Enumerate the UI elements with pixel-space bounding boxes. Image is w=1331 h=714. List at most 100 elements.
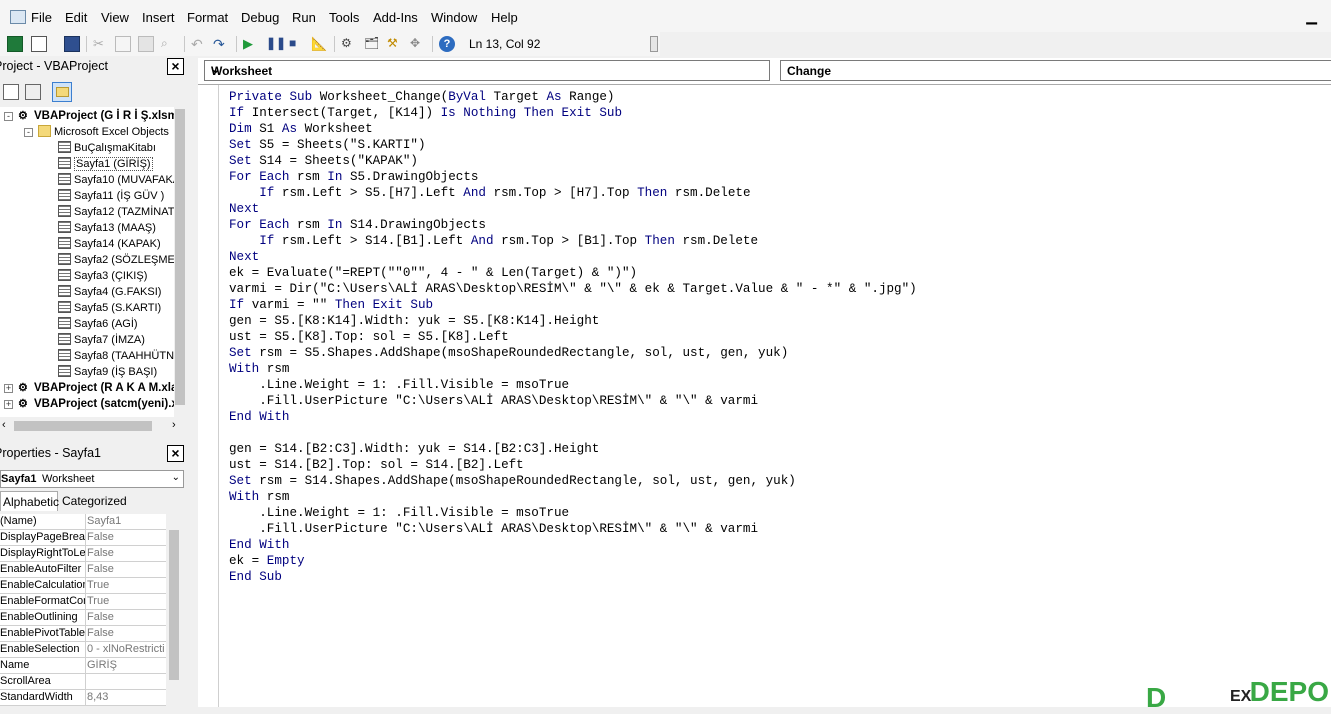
cut-icon[interactable]: ✂: [93, 36, 109, 52]
code-line[interactable]: End Sub: [229, 569, 282, 585]
property-value[interactable]: 0 - xlNoRestricti: [87, 643, 165, 655]
tree-project[interactable]: ⚙ VBAProject (R A K A M.xla: [18, 381, 177, 397]
tab-alphabetic[interactable]: Alphabetic: [0, 491, 59, 511]
property-row[interactable]: ScrollArea: [0, 674, 166, 690]
code-line[interactable]: Set rsm = S14.Shapes.AddShape(msoShapeRo…: [229, 473, 796, 489]
menu-view[interactable]: View: [101, 10, 129, 25]
break-icon[interactable]: ❚❚: [266, 36, 286, 52]
project-hscrollbar[interactable]: ‹ ›: [0, 417, 186, 435]
property-value[interactable]: False: [87, 627, 165, 639]
property-value[interactable]: False: [87, 611, 165, 623]
menu-edit[interactable]: Edit: [65, 10, 87, 25]
scroll-thumb[interactable]: [169, 530, 179, 680]
tree-sheet[interactable]: Sayfa5 (S.KARTI): [58, 301, 161, 317]
tree-sheet[interactable]: Sayfa9 (İŞ BAŞI): [58, 365, 157, 381]
property-row[interactable]: StandardWidth 8,43: [0, 690, 166, 706]
properties-window-icon[interactable]: 🗂: [364, 36, 380, 52]
tree-sheet[interactable]: Sayfa14 (KAPAK): [58, 237, 161, 253]
insert-module-icon[interactable]: [31, 36, 47, 52]
property-row[interactable]: EnableFormatCor True: [0, 594, 166, 610]
expand-icon[interactable]: +: [4, 384, 13, 393]
code-line[interactable]: Set rsm = S5.Shapes.AddShape(msoShapeRou…: [229, 345, 788, 361]
property-row[interactable]: EnablePivotTable False: [0, 626, 166, 642]
close-icon[interactable]: ×: [167, 58, 184, 75]
code-line[interactable]: For Each rsm In S14.DrawingObjects: [229, 217, 486, 233]
undo-icon[interactable]: ↶: [191, 36, 207, 52]
code-line[interactable]: For Each rsm In S5.DrawingObjects: [229, 169, 478, 185]
chevron-down-icon[interactable]: ⌄: [172, 472, 180, 483]
property-row[interactable]: EnableAutoFilter False: [0, 562, 166, 578]
code-line[interactable]: Next: [229, 249, 259, 265]
tree-sheet[interactable]: Sayfa11 (İŞ GÜV ): [58, 189, 164, 205]
view-code-icon[interactable]: [3, 84, 19, 100]
project-explorer-icon[interactable]: ⚙: [341, 36, 357, 52]
menu-format[interactable]: Format: [187, 10, 228, 25]
code-line[interactable]: With rsm: [229, 489, 289, 505]
vba-app-icon[interactable]: [10, 10, 26, 24]
code-line[interactable]: End With: [229, 409, 289, 425]
property-value[interactable]: False: [87, 563, 165, 575]
paste-icon[interactable]: [138, 36, 154, 52]
collapse-icon[interactable]: -: [4, 112, 13, 121]
code-line[interactable]: Next: [229, 201, 259, 217]
code-line[interactable]: varmi = Dir("C:\Users\ALİ ARAS\Desktop\R…: [229, 281, 917, 297]
code-line[interactable]: With rsm: [229, 361, 289, 377]
menu-tools[interactable]: Tools: [329, 10, 359, 25]
procedure-dropdown[interactable]: Change: [780, 60, 1331, 81]
code-line[interactable]: If varmi = "" Then Exit Sub: [229, 297, 433, 313]
properties-scrollbar[interactable]: [168, 514, 180, 684]
find-icon[interactable]: ⌕: [161, 36, 177, 52]
tree-sheet[interactable]: Sayfa1 (GİRİŞ): [58, 157, 153, 173]
run-icon[interactable]: ▶: [243, 36, 259, 52]
property-value[interactable]: True: [87, 595, 165, 607]
code-line[interactable]: .Fill.UserPicture "C:\Users\ALİ ARAS\Des…: [229, 521, 758, 537]
menu-help[interactable]: Help: [491, 10, 518, 25]
tree-sheet[interactable]: Sayfa6 (AGİ): [58, 317, 138, 333]
redo-icon[interactable]: ↷: [213, 36, 229, 52]
design-mode-icon[interactable]: 📐: [311, 36, 327, 52]
tree-sheet[interactable]: Sayfa4 (G.FAKSI): [58, 285, 161, 301]
property-row[interactable]: EnableCalculation True: [0, 578, 166, 594]
minimize-icon[interactable]: ▁: [1306, 8, 1317, 25]
object-selector[interactable]: Sayfa1 Worksheet ⌄: [0, 470, 184, 488]
code-line[interactable]: Private Sub Worksheet_Change(ByVal Targe…: [229, 89, 615, 105]
tree-project[interactable]: ⚙ VBAProject (satcm(yeni).x: [18, 397, 178, 413]
tree-sheet[interactable]: Sayfa2 (SÖZLEŞME): [58, 253, 179, 269]
code-line[interactable]: If rsm.Left > S5.[H7].Left And rsm.Top >…: [229, 185, 750, 201]
tree-sheet[interactable]: BuÇalışmaKitabı: [58, 141, 156, 157]
expand-icon[interactable]: +: [4, 400, 13, 409]
code-line[interactable]: ek = Empty: [229, 553, 305, 569]
property-value[interactable]: 8,43: [87, 691, 165, 703]
property-row[interactable]: Name GİRİŞ: [0, 658, 166, 674]
tree-sheet[interactable]: Sayfa8 (TAAHHÜTNAM: [58, 349, 186, 365]
code-line[interactable]: Dim S1 As Worksheet: [229, 121, 373, 137]
menu-run[interactable]: Run: [292, 10, 316, 25]
tab-categorized[interactable]: Categorized: [60, 491, 127, 511]
menu-window[interactable]: Window: [431, 10, 477, 25]
project-vscrollbar[interactable]: [174, 107, 186, 417]
save-icon[interactable]: [64, 36, 80, 52]
property-value[interactable]: True: [87, 579, 165, 591]
tree-sheet[interactable]: Sayfa3 (ÇIKIŞ): [58, 269, 147, 285]
object-browser-icon[interactable]: ⚒: [387, 36, 403, 52]
tree-sheet[interactable]: Sayfa7 (İMZA): [58, 333, 145, 349]
menu-add-ins[interactable]: Add-Ins: [373, 10, 418, 25]
toggle-folders-icon[interactable]: [52, 82, 72, 102]
code-line[interactable]: .Fill.UserPicture "C:\Users\ALİ ARAS\Des…: [229, 393, 758, 409]
object-dropdown[interactable]: Worksheet ⌄: [204, 60, 770, 81]
property-row[interactable]: EnableSelection 0 - xlNoRestricti: [0, 642, 166, 658]
project-scroll-track[interactable]: [174, 80, 186, 104]
collapse-icon[interactable]: -: [24, 128, 33, 137]
code-line[interactable]: If rsm.Left > S14.[B1].Left And rsm.Top …: [229, 233, 758, 249]
menu-insert[interactable]: Insert: [142, 10, 175, 25]
scroll-thumb[interactable]: [175, 109, 185, 405]
property-value[interactable]: Sayfa1: [87, 515, 165, 527]
tree-sheet[interactable]: Sayfa12 (TAZMİNAT): [58, 205, 178, 221]
property-value[interactable]: GİRİŞ: [87, 659, 165, 671]
code-line[interactable]: gen = S14.[B2:C3].Width: yuk = S14.[B2:C…: [229, 441, 599, 457]
chevron-down-icon[interactable]: ⌄: [211, 63, 765, 76]
menu-debug[interactable]: Debug: [241, 10, 279, 25]
property-row[interactable]: EnableOutlining False: [0, 610, 166, 626]
tree-project[interactable]: ⚙ VBAProject (G İ R İ Ş.xlsm: [18, 109, 178, 125]
tree-folder[interactable]: Microsoft Excel Objects: [38, 125, 169, 141]
